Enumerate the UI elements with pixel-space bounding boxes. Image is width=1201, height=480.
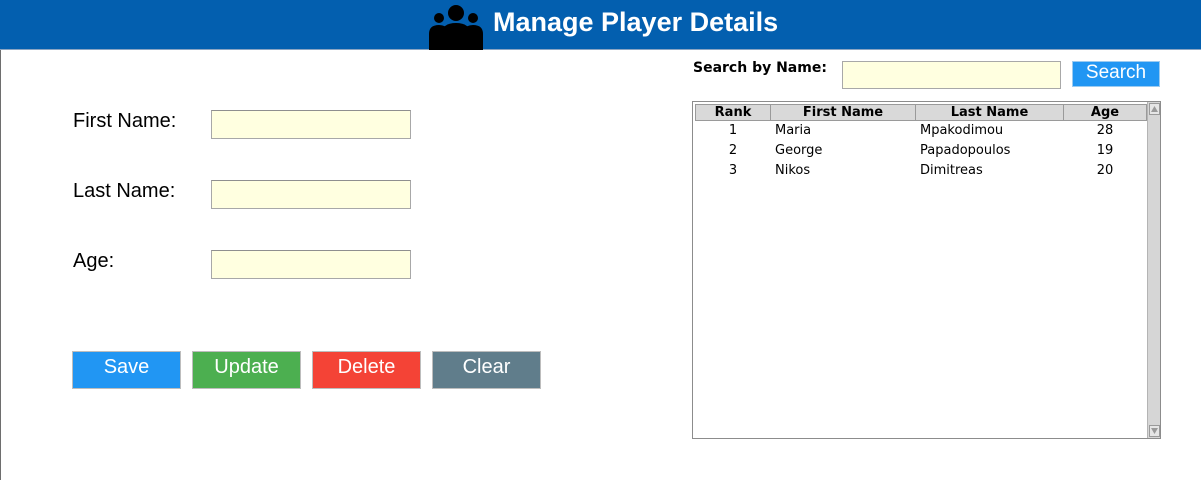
table-row[interactable]: 3 Nikos Dimitreas 20 (695, 161, 1147, 181)
people-group-icon (428, 4, 484, 50)
cell-rank: 1 (728, 123, 738, 138)
search-label: Search by Name: (693, 60, 827, 76)
last-name-input[interactable] (211, 180, 411, 209)
cell-age: 19 (1096, 143, 1114, 158)
cell-last-name: Dimitreas (920, 163, 983, 178)
search-button[interactable]: Search (1072, 61, 1160, 87)
column-header-rank[interactable]: Rank (695, 104, 771, 121)
search-input[interactable] (842, 61, 1061, 89)
players-table: Rank First Name Last Name Age 1 Maria Mp… (692, 101, 1161, 439)
column-header-first-name[interactable]: First Name (770, 104, 916, 121)
column-header-age[interactable]: Age (1063, 104, 1147, 121)
cell-last-name: Papadopoulos (920, 143, 1011, 158)
scroll-down-arrow-icon[interactable] (1149, 425, 1160, 437)
update-button[interactable]: Update (192, 351, 301, 389)
age-input[interactable] (211, 250, 411, 279)
cell-age: 28 (1096, 123, 1114, 138)
table-row[interactable]: 2 George Papadopoulos 19 (695, 141, 1147, 161)
cell-first-name: Nikos (775, 163, 811, 178)
first-name-input[interactable] (211, 110, 411, 139)
column-header-last-name[interactable]: Last Name (915, 104, 1064, 121)
save-button[interactable]: Save (72, 351, 181, 389)
clear-button[interactable]: Clear (432, 351, 541, 389)
cell-age: 20 (1096, 163, 1114, 178)
table-row[interactable]: 1 Maria Mpakodimou 28 (695, 121, 1147, 141)
last-name-label: Last Name: (73, 180, 176, 202)
cell-rank: 3 (728, 163, 738, 178)
cell-rank: 2 (728, 143, 738, 158)
first-name-label: First Name: (73, 110, 177, 132)
age-label: Age: (73, 250, 115, 272)
cell-first-name: George (775, 143, 823, 158)
scroll-up-arrow-icon[interactable] (1149, 103, 1160, 115)
page-title: Manage Player Details (493, 7, 779, 37)
cell-last-name: Mpakodimou (920, 123, 1004, 138)
vertical-scrollbar[interactable] (1147, 102, 1160, 438)
title-bar: Manage Player Details (0, 0, 1201, 50)
window-left-edge (0, 0, 1, 480)
delete-button[interactable]: Delete (312, 351, 421, 389)
cell-first-name: Maria (775, 123, 812, 138)
